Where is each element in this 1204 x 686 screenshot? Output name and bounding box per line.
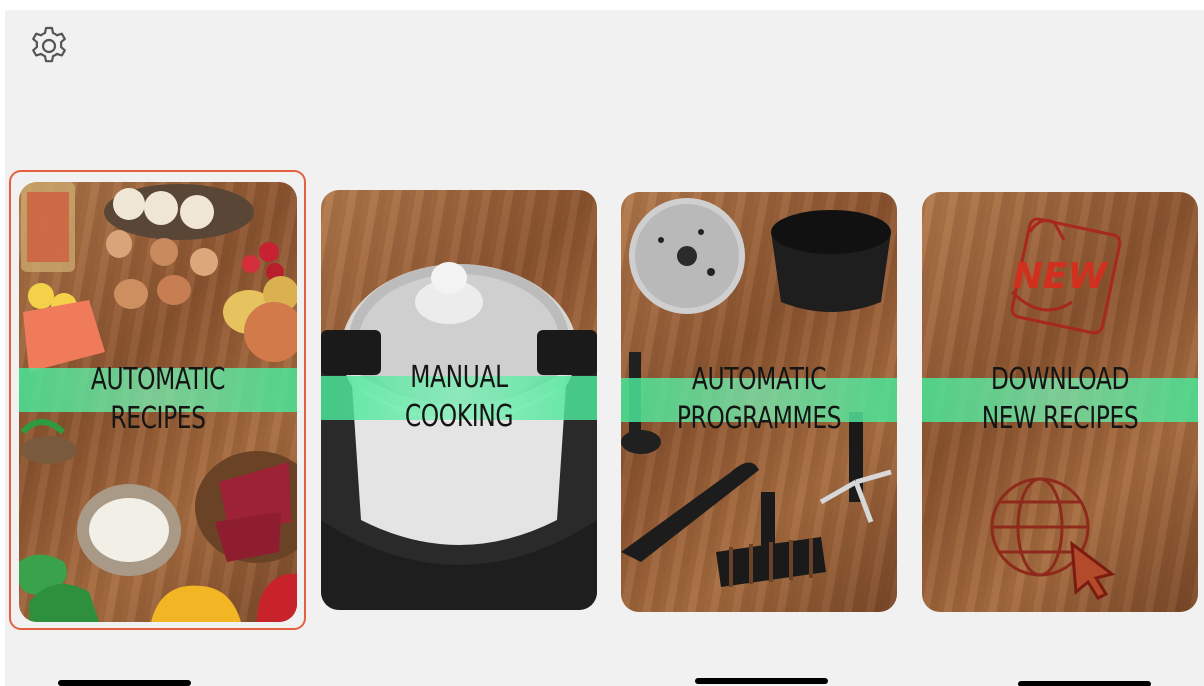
page-indicator bbox=[695, 678, 828, 684]
card-label-line1: MANUAL bbox=[410, 360, 508, 395]
card-label-line2: COOKING bbox=[404, 399, 514, 434]
card-manual-cooking[interactable]: MANUAL COOKING bbox=[321, 190, 597, 610]
card-label: MANUAL COOKING bbox=[351, 358, 566, 436]
card-label: AUTOMATIC RECIPES bbox=[50, 360, 267, 438]
card-automatic-recipes[interactable]: AUTOMATIC RECIPES bbox=[19, 182, 297, 622]
page-indicator bbox=[1018, 681, 1151, 686]
card-label-line1: AUTOMATIC bbox=[90, 362, 226, 397]
gear-icon bbox=[32, 26, 66, 63]
card-label-line2: RECIPES bbox=[110, 401, 206, 436]
card-label: DOWNLOAD NEW RECIPES bbox=[952, 360, 1167, 438]
settings-button[interactable] bbox=[27, 24, 71, 68]
card-label-line1: DOWNLOAD bbox=[990, 362, 1130, 397]
card-label-line2: PROGRAMMES bbox=[676, 401, 842, 436]
page-indicator bbox=[58, 680, 191, 686]
globe-cursor-icon bbox=[990, 477, 1116, 600]
card-label-line2: NEW RECIPES bbox=[981, 401, 1139, 436]
card-download-new-recipes[interactable]: NEW DOWNLOAD NEW RECIPES bbox=[922, 192, 1198, 612]
card-automatic-programmes[interactable]: AUTOMATIC PROGRAMMES bbox=[621, 192, 897, 612]
home-screen: AUTOMATIC RECIPES MANUAL COOKING AUTOMAT… bbox=[5, 10, 1204, 686]
card-label-line1: AUTOMATIC bbox=[691, 362, 827, 397]
card-label: AUTOMATIC PROGRAMMES bbox=[651, 360, 866, 438]
new-stamp: NEW bbox=[1013, 256, 1110, 297]
